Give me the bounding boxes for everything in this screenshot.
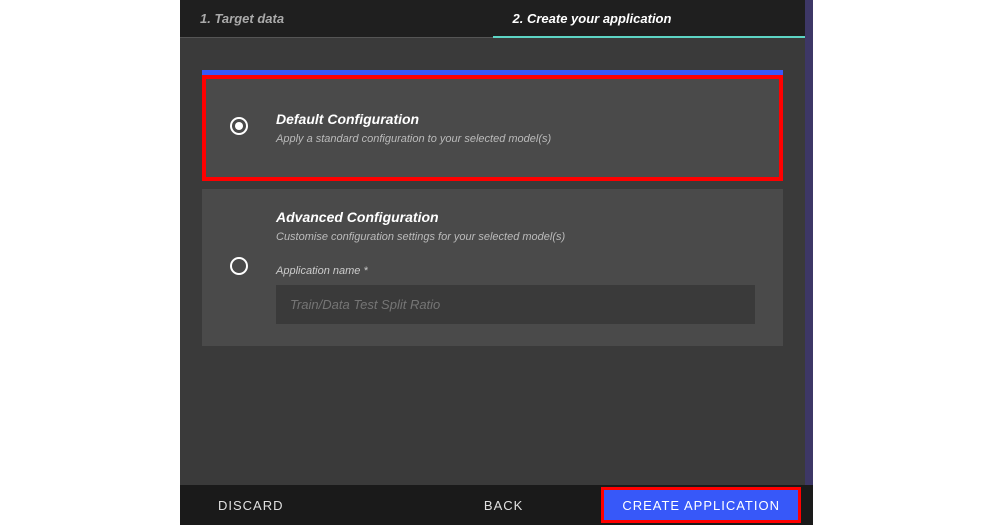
- right-edge-strip-bottom: [805, 485, 813, 525]
- option-content: Advanced Configuration Customise configu…: [276, 209, 755, 324]
- radio-wrap: [230, 209, 248, 275]
- radio-wrap: [230, 111, 248, 135]
- application-name-input[interactable]: [276, 285, 755, 324]
- option-advanced-configuration[interactable]: Advanced Configuration Customise configu…: [202, 189, 783, 346]
- button-label: BACK: [484, 498, 523, 513]
- back-button[interactable]: BACK: [466, 498, 541, 513]
- right-edge-strip: [805, 0, 813, 485]
- option-title: Advanced Configuration: [276, 209, 755, 225]
- footer-bar: DISCARD BACK CREATE APPLICATION: [180, 485, 805, 525]
- option-title: Default Configuration: [276, 111, 755, 127]
- option-default-configuration[interactable]: Default Configuration Apply a standard c…: [202, 75, 783, 181]
- step-tab-label: 1. Target data: [200, 11, 284, 26]
- radio-default[interactable]: [230, 117, 248, 135]
- step-tab-target-data[interactable]: 1. Target data: [180, 0, 493, 38]
- step-tab-create-application[interactable]: 2. Create your application: [493, 0, 806, 38]
- step-tabs: 1. Target data 2. Create your applicatio…: [180, 0, 805, 38]
- option-description: Customise configuration settings for you…: [276, 231, 755, 243]
- create-application-button[interactable]: CREATE APPLICATION: [601, 487, 801, 523]
- application-name-label: Application name *: [276, 265, 755, 277]
- button-label: DISCARD: [218, 498, 284, 513]
- option-content: Default Configuration Apply a standard c…: [276, 111, 755, 145]
- wizard-panel: 1. Target data 2. Create your applicatio…: [180, 0, 805, 525]
- radio-selected-icon: [235, 122, 243, 130]
- button-label: CREATE APPLICATION: [622, 498, 780, 513]
- content-area: Default Configuration Apply a standard c…: [180, 38, 805, 485]
- step-tab-label: 2. Create your application: [513, 11, 672, 26]
- radio-advanced[interactable]: [230, 257, 248, 275]
- discard-button[interactable]: DISCARD: [200, 498, 302, 513]
- option-description: Apply a standard configuration to your s…: [276, 133, 755, 145]
